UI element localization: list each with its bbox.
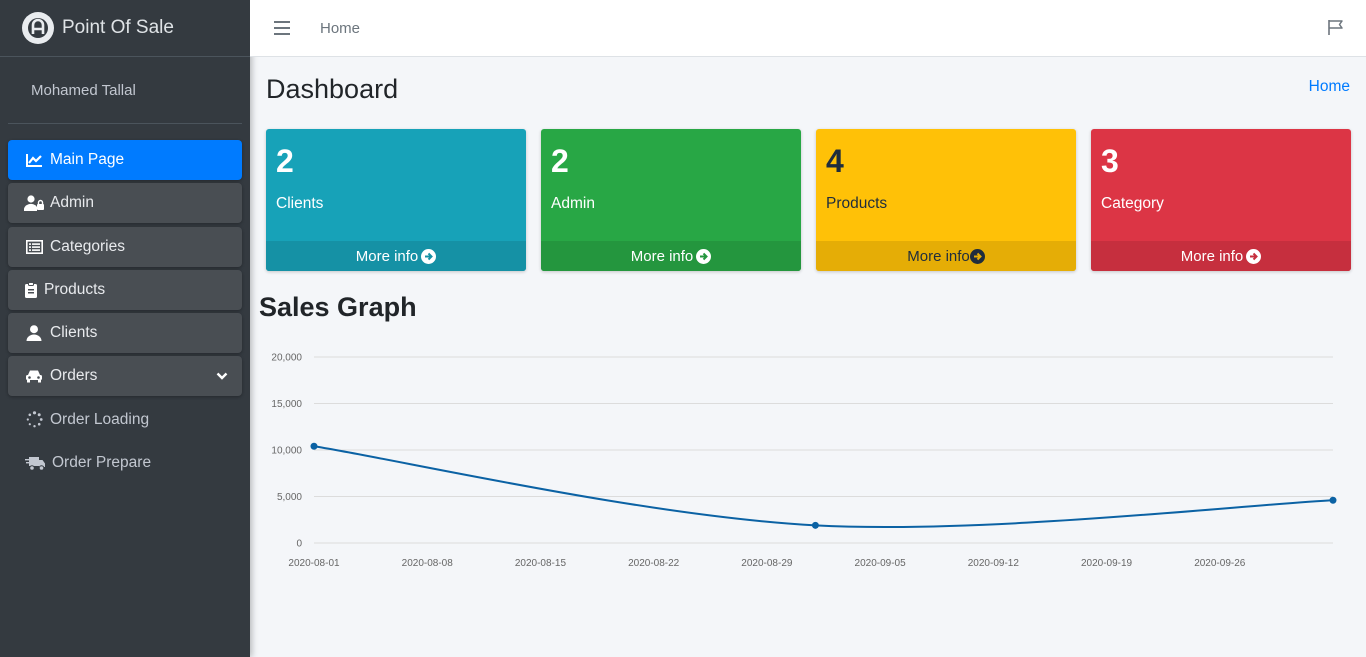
y-tick-label: 15,000	[271, 399, 302, 410]
more-info-link[interactable]: More info	[266, 241, 526, 271]
arrow-circle-right-icon	[421, 248, 437, 264]
user-panel[interactable]: Mohamed Tallal	[8, 57, 242, 124]
card-value: 2	[551, 143, 569, 179]
more-info-link[interactable]: More info	[1091, 241, 1351, 271]
sidebar-item-label: Orders	[50, 367, 98, 385]
sidebar-item-label: Products	[44, 280, 106, 298]
flag-icon[interactable]	[1327, 19, 1344, 41]
sidebar-item-label: Order Prepare	[52, 454, 152, 472]
x-tick-label: 2020-08-22	[628, 558, 680, 569]
arrow-circle-right-icon	[696, 248, 712, 264]
list-icon	[24, 238, 44, 256]
sidebar-item-label: Categories	[50, 237, 125, 255]
clients-card: 2 Clients More info	[266, 129, 526, 271]
hamburger-menu-icon[interactable]	[274, 21, 290, 35]
more-info-link[interactable]: More info	[816, 241, 1076, 271]
category-card: 3 Category More info	[1091, 129, 1351, 271]
sidebar-item-order-loading[interactable]: Order Loading	[8, 400, 242, 440]
chevron-down-icon[interactable]	[216, 368, 228, 386]
sidebar-item-order-prepare[interactable]: Order Prepare	[8, 443, 242, 483]
sales-graph-title: Sales Graph	[259, 292, 417, 322]
sidebar-item-admin[interactable]: Admin	[8, 183, 242, 224]
sales-series-line	[313, 445, 1334, 529]
brand-name: Point Of Sale	[62, 17, 174, 38]
user-icon	[24, 324, 44, 342]
sales-data-point	[310, 442, 318, 450]
admin-card: 2 Admin More info	[541, 129, 801, 271]
arrow-circle-right-icon	[969, 248, 985, 264]
sidebar: Point Of Sale Mohamed Tallal Main Page A…	[0, 0, 250, 657]
more-info-link[interactable]: More info	[541, 241, 801, 271]
truck-icon	[24, 454, 46, 472]
sales-data-point	[1329, 496, 1337, 504]
top-navbar: Home	[250, 0, 1366, 57]
sidebar-item-label: Clients	[50, 324, 98, 342]
x-tick-label: 2020-08-29	[741, 558, 793, 569]
clipboard-icon	[24, 281, 38, 299]
top-home-link[interactable]: Home	[320, 20, 360, 37]
more-info-label: More info	[1180, 247, 1244, 265]
card-label: Products	[826, 195, 888, 212]
more-info-label: More info	[907, 247, 970, 265]
x-tick-label: 2020-09-26	[1194, 558, 1246, 569]
x-tick-label: 2020-08-15	[515, 558, 567, 569]
sidebar-item-products[interactable]: Products	[8, 269, 242, 310]
card-label: Category	[1101, 195, 1164, 212]
more-info-label: More info	[355, 247, 419, 265]
user-lock-icon	[24, 194, 44, 212]
x-tick-label: 2020-09-05	[855, 558, 907, 569]
x-tick-label: 2020-09-12	[968, 558, 1020, 569]
spinner-icon	[24, 411, 44, 429]
card-value: 3	[1101, 143, 1119, 179]
card-value: 4	[826, 143, 844, 179]
sidebar-item-categories[interactable]: Categories	[8, 226, 242, 267]
sidebar-item-label: Order Loading	[50, 410, 150, 428]
sales-line-chart: 0 5,000 10,000 15,000 20,000 2020-08-01 2020-0…	[271, 353, 1337, 569]
user-name[interactable]: Mohamed Tallal	[31, 82, 136, 99]
page-title: Dashboard	[266, 74, 399, 104]
sidebar-item-label: Admin	[50, 194, 94, 212]
card-value: 2	[276, 143, 294, 179]
sales-data-point	[811, 521, 819, 529]
sidebar-item-main-page[interactable]: Main Page	[8, 140, 242, 180]
y-tick-label: 10,000	[271, 446, 302, 457]
x-tick-label: 2020-09-19	[1081, 558, 1133, 569]
sidebar-nav: Main Page Admin Categories Products Clie…	[0, 140, 250, 483]
breadcrumb-home-link[interactable]: Home	[1309, 78, 1350, 96]
sidebar-item-clients[interactable]: Clients	[8, 313, 242, 354]
y-tick-label: 5,000	[277, 492, 302, 503]
y-tick-label: 0	[296, 539, 302, 550]
x-tick-label: 2020-08-01	[288, 558, 340, 569]
y-tick-label: 20,000	[271, 353, 302, 364]
sidebar-item-label: Main Page	[50, 151, 125, 168]
arrow-circle-right-icon	[1246, 248, 1262, 264]
brand-link[interactable]: Point Of Sale	[0, 0, 250, 57]
brand-logo-icon	[22, 12, 54, 44]
x-tick-label: 2020-08-08	[402, 558, 454, 569]
card-label: Admin	[551, 195, 595, 212]
sidebar-item-orders[interactable]: Orders	[8, 356, 242, 397]
products-card: 4 Products More info	[816, 129, 1076, 271]
card-label: Clients	[276, 195, 324, 212]
more-info-label: More info	[630, 247, 694, 265]
car-icon	[24, 367, 44, 385]
chart-line-icon	[24, 151, 44, 169]
